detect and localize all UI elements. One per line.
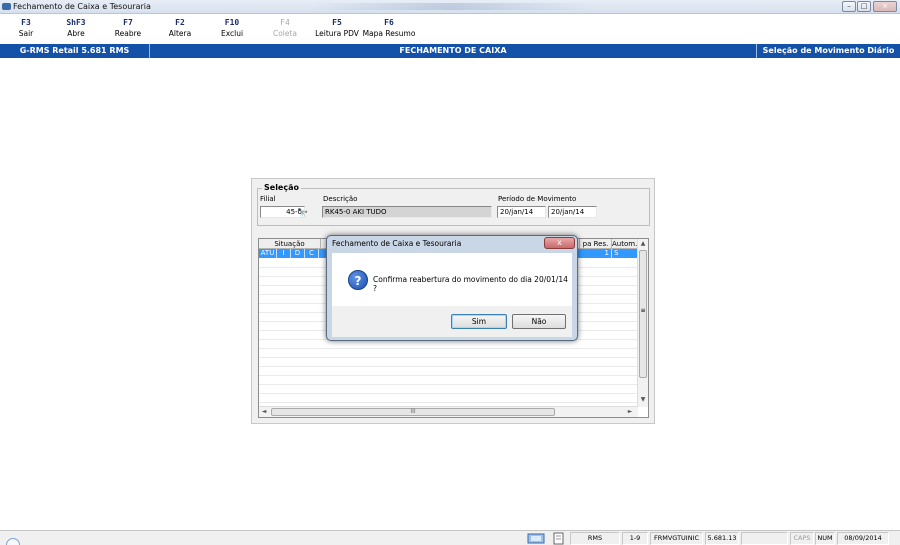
periodo-inicio-input[interactable]: 20/jan/14: [497, 206, 546, 218]
grid-line: [259, 393, 638, 394]
screen-title: FECHAMENTO DE CAIXA: [399, 46, 507, 55]
dialog-footer: Sim Não: [332, 306, 572, 337]
fkey-code: F7: [123, 18, 133, 27]
app-icon: [2, 3, 11, 10]
fkey-code: F2: [175, 18, 185, 27]
title-bar: Fechamento de Caixa e Tesouraria – □ ×: [0, 0, 900, 14]
cell-situacao-3: D: [291, 249, 305, 258]
dialog-body: ? Confirma reabertura do movimento do di…: [332, 253, 572, 306]
horizontal-scroll-thumb[interactable]: III: [271, 408, 555, 416]
selecao-group: Seleção Filial 45-0 🔭 Descrição RK45-0 A…: [257, 183, 650, 226]
sim-button[interactable]: Sim: [451, 314, 507, 329]
grid-line: [259, 366, 638, 367]
fkey-label: Mapa Resumo: [362, 29, 416, 38]
grid-line: [259, 348, 638, 349]
descricao-label: Descrição: [323, 195, 358, 203]
cell-situacao-4: C: [305, 249, 319, 258]
toolbar-leitura-pdv-button[interactable]: F5 Leitura PDV: [307, 17, 367, 39]
toolbar-mapa-resumo-button[interactable]: F6 Mapa Resumo: [359, 17, 419, 39]
cell-autom: S: [612, 249, 638, 258]
grid-line: [259, 357, 638, 358]
fkey-label: Exclui: [220, 29, 244, 38]
periodo-fim-input[interactable]: 20/jan/14: [548, 206, 597, 218]
title-bar-background-text: [310, 3, 590, 10]
screen-subtitle: Seleção de Movimento Diário: [756, 44, 900, 58]
horizontal-scrollbar[interactable]: ◄ III ►: [259, 406, 638, 417]
fkey-code: F5: [332, 18, 342, 27]
nao-button[interactable]: Não: [512, 314, 566, 329]
fkey-label: Leitura PDV: [315, 29, 359, 38]
status-version: 5.681.13: [705, 532, 739, 545]
scroll-right-arrow[interactable]: ►: [625, 407, 635, 417]
fkey-code: F4: [280, 18, 290, 27]
grid-line: [259, 384, 638, 385]
toolbar-abre-button[interactable]: ShF3 Abre: [46, 17, 106, 39]
status-date: 08/09/2014: [837, 532, 889, 545]
vertical-scroll-thumb[interactable]: ≡: [639, 250, 647, 378]
fkey-label: Coleta: [272, 29, 298, 38]
status-num: NUM: [815, 532, 835, 545]
fkey-label: Reabre: [114, 29, 142, 38]
status-program: FRMVGTUINIC: [650, 532, 703, 545]
selecao-group-title: Seleção: [262, 183, 301, 192]
document-icon: [553, 532, 564, 545]
toolbar-altera-button[interactable]: F2 Altera: [150, 17, 210, 39]
fkey-code: F6: [384, 18, 394, 27]
status-bar: RMS 1-9 FRMVGTUINIC 5.681.13 CAPS NUM 08…: [0, 530, 900, 545]
window-title: Fechamento de Caixa e Tesouraria: [13, 2, 151, 11]
app-version: G-RMS Retail 5.681 RMS: [0, 44, 150, 58]
fkey-code: ShF3: [66, 18, 86, 27]
status-server: RMS: [570, 532, 620, 545]
fkey-code: F10: [224, 18, 240, 27]
scroll-left-arrow[interactable]: ◄: [259, 407, 269, 417]
confirm-dialog: Fechamento de Caixa e Tesouraria x ? Con…: [326, 235, 578, 341]
scroll-grip: ≡: [640, 307, 646, 314]
question-icon: ?: [348, 270, 368, 290]
grid-line: [259, 375, 638, 376]
status-empty: [741, 532, 788, 545]
periodo-label: Período de Movimento: [498, 195, 577, 203]
fkey-label: Abre: [67, 29, 85, 38]
dialog-close-button[interactable]: x: [544, 237, 575, 249]
toolbar-exclui-button[interactable]: F10 Exclui: [202, 17, 262, 39]
header-band: G-RMS Retail 5.681 RMS FECHAMENTO DE CAI…: [0, 44, 900, 58]
status-caps: CAPS: [790, 532, 814, 545]
cell-situacao-1: ATU: [259, 249, 277, 258]
column-header-autom[interactable]: Autom.: [612, 239, 638, 249]
dialog-message: Confirma reabertura do movimento do dia …: [373, 275, 568, 293]
toolbar-coleta-button: F4 Coleta: [255, 17, 315, 39]
close-window-button[interactable]: ×: [873, 1, 897, 12]
status-range: 1-9: [622, 532, 648, 545]
cell-situacao-2: I: [277, 249, 291, 258]
grid-line: [259, 402, 638, 403]
binoculars-icon[interactable]: 🔭: [297, 209, 309, 220]
descricao-field: RK45-0 AKI TUDO: [322, 206, 492, 218]
maximize-button[interactable]: □: [857, 1, 871, 12]
scroll-down-arrow[interactable]: ▼: [638, 395, 648, 405]
start-orb-icon[interactable]: [6, 538, 20, 545]
toolbar-reabre-button[interactable]: F7 Reabre: [98, 17, 158, 39]
column-header-mapa-res[interactable]: pa Res.: [580, 239, 612, 249]
dialog-title: Fechamento de Caixa e Tesouraria: [332, 239, 462, 248]
filial-label: Filial: [260, 195, 276, 203]
scroll-up-arrow[interactable]: ▲: [638, 239, 648, 249]
fkey-label: Altera: [168, 29, 192, 38]
minimize-button[interactable]: –: [842, 1, 856, 12]
network-icon: [527, 533, 545, 544]
function-key-toolbar: F3 Sair ShF3 Abre F7 Reabre F2 Altera F1…: [0, 15, 900, 43]
vertical-scrollbar[interactable]: ▲ ≡ ▼: [637, 239, 648, 407]
column-header-situacao[interactable]: Situação: [259, 239, 321, 249]
cell-mapa-res: 1: [580, 249, 612, 258]
